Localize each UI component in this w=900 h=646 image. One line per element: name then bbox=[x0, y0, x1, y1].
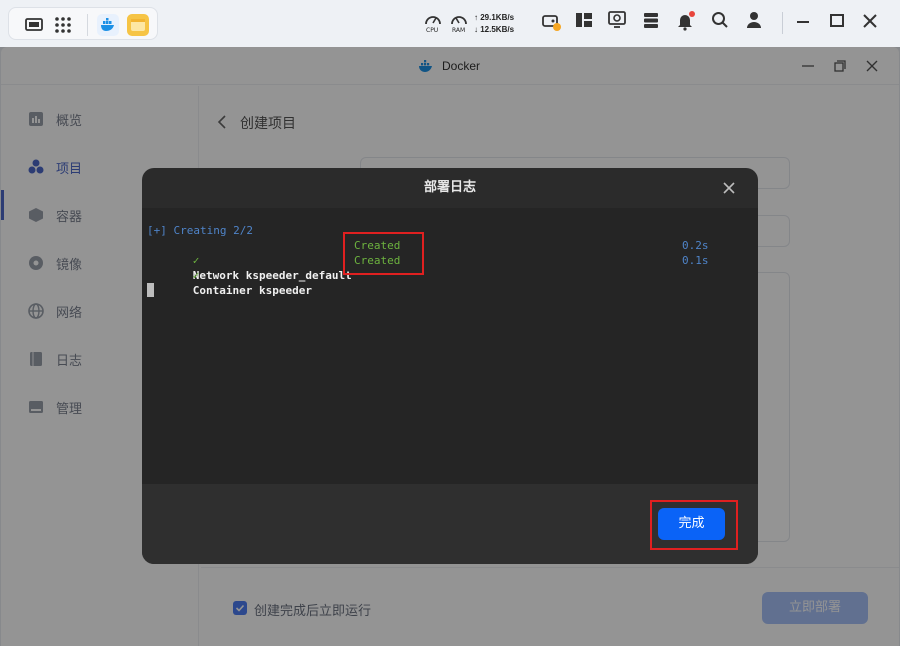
terminal-cursor bbox=[147, 283, 154, 297]
status-highlight-box bbox=[343, 232, 424, 275]
log-row-time: 0.1s bbox=[682, 254, 709, 267]
monitor-icon[interactable] bbox=[607, 10, 627, 30]
docker-app-icon[interactable] bbox=[97, 14, 119, 36]
desktop-icon[interactable] bbox=[23, 14, 45, 36]
dialog-footer: 完成 bbox=[142, 484, 758, 564]
log-row-text: Container kspeeder bbox=[192, 284, 312, 297]
network-speed: ↑ 29.1KB/s ↓ 12.5KB/s bbox=[474, 13, 515, 34]
cpu-label: CPU bbox=[426, 27, 439, 34]
done-highlight-box bbox=[650, 500, 738, 550]
deploy-log-dialog: 部署日志 [+] Creating 2/2 ✓ Network kspeeder… bbox=[142, 168, 758, 564]
download-speed: 12.5KB/s bbox=[480, 25, 515, 34]
minimize-icon[interactable] bbox=[794, 10, 812, 30]
dialog-title: 部署日志 bbox=[423, 180, 476, 195]
user-avatar-icon[interactable] bbox=[744, 10, 764, 30]
app-dock bbox=[8, 7, 158, 40]
storage-alert-icon[interactable] bbox=[541, 10, 561, 32]
ram-label: RAM bbox=[452, 27, 466, 34]
server-icon[interactable] bbox=[641, 10, 661, 30]
dialog-close-icon[interactable] bbox=[721, 180, 737, 196]
success-check-icon: ✓ bbox=[192, 269, 200, 282]
file-manager-icon[interactable] bbox=[127, 14, 149, 36]
log-row-time: 0.2s bbox=[682, 239, 709, 252]
close-icon[interactable] bbox=[861, 10, 879, 30]
notification-bell-icon[interactable] bbox=[675, 10, 697, 32]
dashboard-icon[interactable] bbox=[574, 10, 594, 30]
log-header: [+] Creating 2/2 bbox=[147, 224, 253, 237]
log-row: ✓ Container kspeeder bbox=[153, 253, 312, 313]
taskbar: CPU RAM ↑ 29.1KB/s ↓ 12.5KB/s bbox=[0, 0, 900, 47]
search-icon[interactable] bbox=[710, 10, 730, 30]
maximize-icon[interactable] bbox=[828, 10, 846, 30]
upload-speed: 29.1KB/s bbox=[480, 13, 515, 22]
app-grid-icon[interactable] bbox=[52, 14, 74, 36]
deploy-log-terminal[interactable]: [+] Creating 2/2 ✓ Network kspeeder_defa… bbox=[142, 208, 758, 484]
